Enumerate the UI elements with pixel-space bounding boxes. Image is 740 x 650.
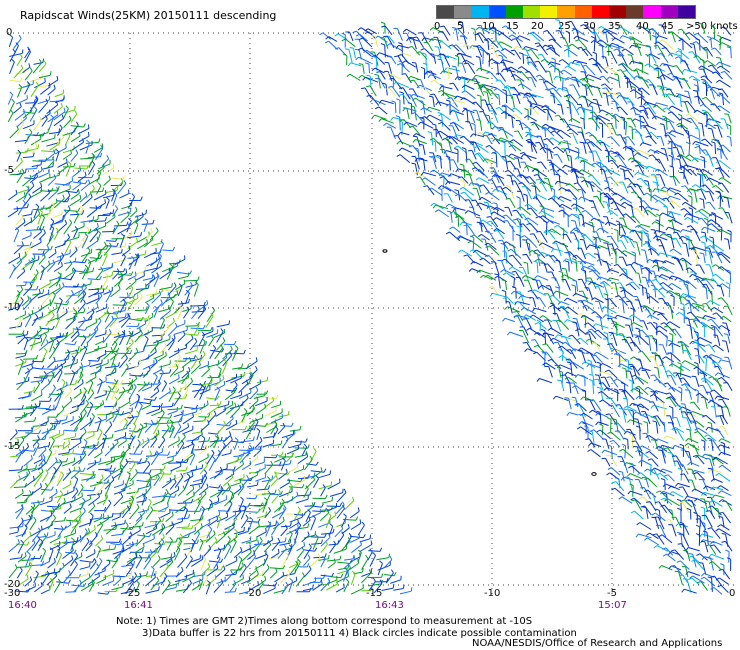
footnote: Note: 1) Times are GMT 2)Times along bot… xyxy=(116,616,577,640)
wind-map-canvas xyxy=(7,19,735,595)
pass-time-label: 16:41 xyxy=(124,600,153,611)
lon-label: -5 xyxy=(607,588,617,599)
lon-label: -20 xyxy=(245,588,262,599)
lat-label: -15 xyxy=(4,441,21,452)
lat-label: -10 xyxy=(4,302,21,313)
lat-label: -5 xyxy=(4,165,14,176)
wind-vector-swaths xyxy=(7,19,733,595)
pass-time-label: 15:07 xyxy=(598,600,627,611)
contamination-circle xyxy=(591,472,597,476)
credit-line: NOAA/NESDIS/Office of Research and Appli… xyxy=(472,638,723,649)
lon-label: -25 xyxy=(124,588,141,599)
lon-label: -10 xyxy=(484,588,501,599)
pass-time-label: 16:43 xyxy=(375,600,404,611)
lat-label: 0 xyxy=(6,27,13,38)
lon-label: 0 xyxy=(729,588,736,599)
note-line: Note: 1) Times are GMT 2)Times along bot… xyxy=(116,616,533,627)
lon-label: -15 xyxy=(366,588,383,599)
lon-label: -30 xyxy=(4,588,21,599)
contamination-circle xyxy=(382,249,388,253)
pass-time-label: 16:40 xyxy=(8,600,37,611)
